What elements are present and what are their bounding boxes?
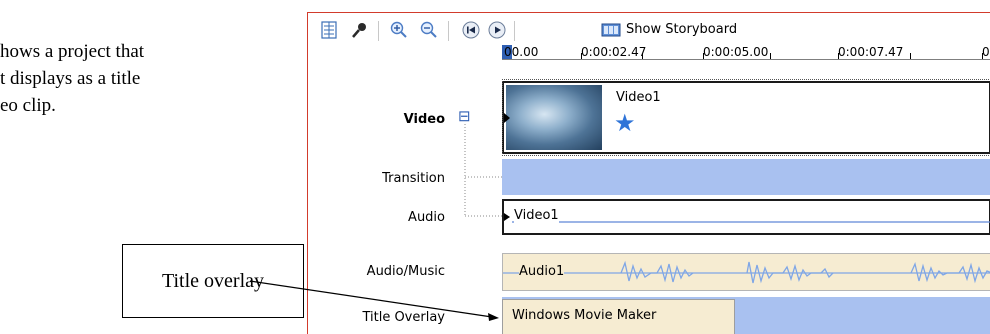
document-text: hows a project that t displays as a titl… — [0, 38, 144, 119]
ruler-label: 0:00:02.47 — [581, 45, 647, 59]
overlay-clip[interactable]: Windows Movie Maker — [502, 299, 735, 334]
video-clip-label: Video1 — [616, 90, 661, 105]
toolbar-separator — [514, 21, 515, 41]
callout-label: Title overlay — [161, 269, 265, 292]
music-waveform — [503, 260, 990, 284]
video-lane[interactable]: Video1 ★ — [502, 81, 990, 154]
ruler-label: 0:00:05.00 — [703, 45, 769, 59]
title-overlay-callout: Title overlay — [122, 244, 304, 318]
show-storyboard-button[interactable]: Show Storyboard — [626, 22, 737, 37]
overlay-clip-label: Windows Movie Maker — [512, 308, 657, 323]
doc-line-1: hows a project that — [0, 41, 145, 62]
ruler-label: 0:00:07.47 — [838, 45, 904, 59]
audio-waveform-line — [504, 213, 990, 223]
effect-star-icon[interactable]: ★ — [614, 109, 636, 138]
video-thumbnail — [506, 85, 602, 150]
audio-clip-label: Video1 — [514, 208, 559, 223]
music-clip-label: Audio1 — [519, 264, 565, 279]
storyboard-icon[interactable] — [600, 19, 622, 41]
track-tree-lines — [464, 124, 502, 217]
transition-lane[interactable] — [502, 159, 990, 195]
audio-lane[interactable]: Video1 — [502, 199, 990, 235]
audio-music-lane[interactable]: Audio1 — [502, 253, 990, 291]
ruler-label: 0 — [982, 45, 990, 59]
ruler-label: 00.00 — [504, 45, 539, 59]
title-overlay-lane[interactable]: Windows Movie Maker — [502, 297, 990, 334]
movie-maker-timeline: Show Storyboard 00.00 0:00:02.47 0:00:05… — [307, 12, 990, 334]
time-ruler: 00.00 0:00:02.47 0:00:05.00 0:00:07.47 0 — [502, 45, 990, 60]
doc-line-2: t displays as a title — [0, 68, 141, 89]
doc-line-3: eo clip. — [0, 95, 56, 116]
